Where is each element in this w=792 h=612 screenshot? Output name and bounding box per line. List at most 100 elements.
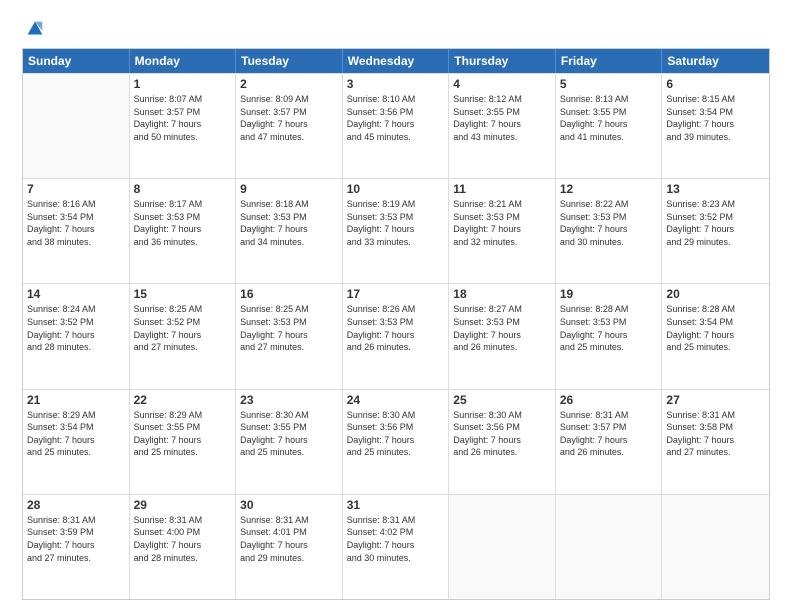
cell-info: Sunrise: 8:13 AMSunset: 3:55 PMDaylight:… xyxy=(560,93,658,143)
logo-icon xyxy=(24,18,46,40)
day-number: 2 xyxy=(240,77,338,91)
cell-info: Sunrise: 8:27 AMSunset: 3:53 PMDaylight:… xyxy=(453,303,551,353)
cell-info: Sunrise: 8:25 AMSunset: 3:52 PMDaylight:… xyxy=(134,303,232,353)
day-number: 15 xyxy=(134,287,232,301)
cell-info: Sunrise: 8:18 AMSunset: 3:53 PMDaylight:… xyxy=(240,198,338,248)
header xyxy=(22,18,770,38)
day-number: 17 xyxy=(347,287,445,301)
cell-info: Sunrise: 8:29 AMSunset: 3:55 PMDaylight:… xyxy=(134,409,232,459)
cal-cell: 20 Sunrise: 8:28 AMSunset: 3:54 PMDayligh… xyxy=(662,284,769,388)
calendar-header: SundayMondayTuesdayWednesdayThursdayFrid… xyxy=(23,49,769,73)
day-number: 11 xyxy=(453,182,551,196)
cell-info: Sunrise: 8:19 AMSunset: 3:53 PMDaylight:… xyxy=(347,198,445,248)
cal-cell: 14 Sunrise: 8:24 AMSunset: 3:52 PMDayligh… xyxy=(23,284,130,388)
header-cell-monday: Monday xyxy=(130,49,237,73)
cal-cell xyxy=(556,495,663,599)
cal-cell: 19 Sunrise: 8:28 AMSunset: 3:53 PMDayligh… xyxy=(556,284,663,388)
day-number: 12 xyxy=(560,182,658,196)
cell-info: Sunrise: 8:31 AMSunset: 4:01 PMDaylight:… xyxy=(240,514,338,564)
day-number: 21 xyxy=(27,393,125,407)
cell-info: Sunrise: 8:24 AMSunset: 3:52 PMDaylight:… xyxy=(27,303,125,353)
day-number: 27 xyxy=(666,393,765,407)
cal-row-2: 14 Sunrise: 8:24 AMSunset: 3:52 PMDayligh… xyxy=(23,283,769,388)
cell-info: Sunrise: 8:07 AMSunset: 3:57 PMDaylight:… xyxy=(134,93,232,143)
day-number: 16 xyxy=(240,287,338,301)
day-number: 9 xyxy=(240,182,338,196)
cal-cell: 5Sunrise: 8:13 AMSunset: 3:55 PMDaylight… xyxy=(556,74,663,178)
header-cell-saturday: Saturday xyxy=(662,49,769,73)
day-number: 30 xyxy=(240,498,338,512)
cal-cell: 26Sunrise: 8:31 AMSunset: 3:57 PMDayligh… xyxy=(556,390,663,494)
cell-info: Sunrise: 8:28 AMSunset: 3:53 PMDaylight:… xyxy=(560,303,658,353)
cal-cell: 27 Sunrise: 8:31 AMSunset: 3:58 PMDayligh… xyxy=(662,390,769,494)
cal-cell: 7 Sunrise: 8:16 AMSunset: 3:54 PMDaylight… xyxy=(23,179,130,283)
cal-cell: 24 Sunrise: 8:30 AMSunset: 3:56 PMDayligh… xyxy=(343,390,450,494)
cal-cell xyxy=(662,495,769,599)
day-number: 10 xyxy=(347,182,445,196)
cell-info: Sunrise: 8:09 AMSunset: 3:57 PMDaylight:… xyxy=(240,93,338,143)
cal-cell: 1 Sunrise: 8:07 AMSunset: 3:57 PMDaylight… xyxy=(130,74,237,178)
cell-info: Sunrise: 8:31 AMSunset: 4:00 PMDaylight:… xyxy=(134,514,232,564)
cal-row-1: 7 Sunrise: 8:16 AMSunset: 3:54 PMDaylight… xyxy=(23,178,769,283)
day-number: 6 xyxy=(666,77,765,91)
cal-cell: 25 Sunrise: 8:30 AMSunset: 3:56 PMDayligh… xyxy=(449,390,556,494)
day-number: 1 xyxy=(134,77,232,91)
cal-row-3: 21 Sunrise: 8:29 AMSunset: 3:54 PMDayligh… xyxy=(23,389,769,494)
day-number: 7 xyxy=(27,182,125,196)
day-number: 19 xyxy=(560,287,658,301)
cal-cell: 4 Sunrise: 8:12 AMSunset: 3:55 PMDaylight… xyxy=(449,74,556,178)
cell-info: Sunrise: 8:21 AMSunset: 3:53 PMDaylight:… xyxy=(453,198,551,248)
cal-cell: 22Sunrise: 8:29 AMSunset: 3:55 PMDayligh… xyxy=(130,390,237,494)
day-number: 8 xyxy=(134,182,232,196)
cell-info: Sunrise: 8:30 AMSunset: 3:55 PMDaylight:… xyxy=(240,409,338,459)
cell-info: Sunrise: 8:31 AMSunset: 3:59 PMDaylight:… xyxy=(27,514,125,564)
day-number: 25 xyxy=(453,393,551,407)
cal-cell: 30 Sunrise: 8:31 AMSunset: 4:01 PMDayligh… xyxy=(236,495,343,599)
header-cell-friday: Friday xyxy=(556,49,663,73)
header-cell-tuesday: Tuesday xyxy=(236,49,343,73)
day-number: 13 xyxy=(666,182,765,196)
page: SundayMondayTuesdayWednesdayThursdayFrid… xyxy=(0,0,792,612)
header-cell-wednesday: Wednesday xyxy=(343,49,450,73)
day-number: 29 xyxy=(134,498,232,512)
day-number: 26 xyxy=(560,393,658,407)
cal-cell: 18 Sunrise: 8:27 AMSunset: 3:53 PMDayligh… xyxy=(449,284,556,388)
day-number: 20 xyxy=(666,287,765,301)
cell-info: Sunrise: 8:30 AMSunset: 3:56 PMDaylight:… xyxy=(453,409,551,459)
cal-cell: 3 Sunrise: 8:10 AMSunset: 3:56 PMDaylight… xyxy=(343,74,450,178)
cal-cell: 21 Sunrise: 8:29 AMSunset: 3:54 PMDayligh… xyxy=(23,390,130,494)
cell-info: Sunrise: 8:16 AMSunset: 3:54 PMDaylight:… xyxy=(27,198,125,248)
cell-info: Sunrise: 8:12 AMSunset: 3:55 PMDaylight:… xyxy=(453,93,551,143)
cal-cell: 23 Sunrise: 8:30 AMSunset: 3:55 PMDayligh… xyxy=(236,390,343,494)
day-number: 4 xyxy=(453,77,551,91)
cell-info: Sunrise: 8:25 AMSunset: 3:53 PMDaylight:… xyxy=(240,303,338,353)
cal-cell: 10 Sunrise: 8:19 AMSunset: 3:53 PMDayligh… xyxy=(343,179,450,283)
header-cell-thursday: Thursday xyxy=(449,49,556,73)
cal-cell xyxy=(449,495,556,599)
cell-info: Sunrise: 8:29 AMSunset: 3:54 PMDaylight:… xyxy=(27,409,125,459)
cal-cell xyxy=(23,74,130,178)
cal-cell: 2 Sunrise: 8:09 AMSunset: 3:57 PMDaylight… xyxy=(236,74,343,178)
cell-info: Sunrise: 8:28 AMSunset: 3:54 PMDaylight:… xyxy=(666,303,765,353)
cal-cell: 29 Sunrise: 8:31 AMSunset: 4:00 PMDayligh… xyxy=(130,495,237,599)
cal-cell: 16 Sunrise: 8:25 AMSunset: 3:53 PMDayligh… xyxy=(236,284,343,388)
cell-info: Sunrise: 8:31 AMSunset: 4:02 PMDaylight:… xyxy=(347,514,445,564)
header-cell-sunday: Sunday xyxy=(23,49,130,73)
cell-info: Sunrise: 8:10 AMSunset: 3:56 PMDaylight:… xyxy=(347,93,445,143)
cal-cell: 15 Sunrise: 8:25 AMSunset: 3:52 PMDayligh… xyxy=(130,284,237,388)
day-number: 18 xyxy=(453,287,551,301)
day-number: 24 xyxy=(347,393,445,407)
cal-row-0: 1 Sunrise: 8:07 AMSunset: 3:57 PMDaylight… xyxy=(23,73,769,178)
cal-cell: 9 Sunrise: 8:18 AMSunset: 3:53 PMDaylight… xyxy=(236,179,343,283)
day-number: 14 xyxy=(27,287,125,301)
logo xyxy=(22,18,46,38)
cell-info: Sunrise: 8:22 AMSunset: 3:53 PMDaylight:… xyxy=(560,198,658,248)
day-number: 23 xyxy=(240,393,338,407)
day-number: 3 xyxy=(347,77,445,91)
cal-cell: 13Sunrise: 8:23 AMSunset: 3:52 PMDayligh… xyxy=(662,179,769,283)
cal-cell: 6Sunrise: 8:15 AMSunset: 3:54 PMDaylight… xyxy=(662,74,769,178)
cell-info: Sunrise: 8:31 AMSunset: 3:58 PMDaylight:… xyxy=(666,409,765,459)
cal-cell: 17Sunrise: 8:26 AMSunset: 3:53 PMDayligh… xyxy=(343,284,450,388)
day-number: 31 xyxy=(347,498,445,512)
cell-info: Sunrise: 8:30 AMSunset: 3:56 PMDaylight:… xyxy=(347,409,445,459)
